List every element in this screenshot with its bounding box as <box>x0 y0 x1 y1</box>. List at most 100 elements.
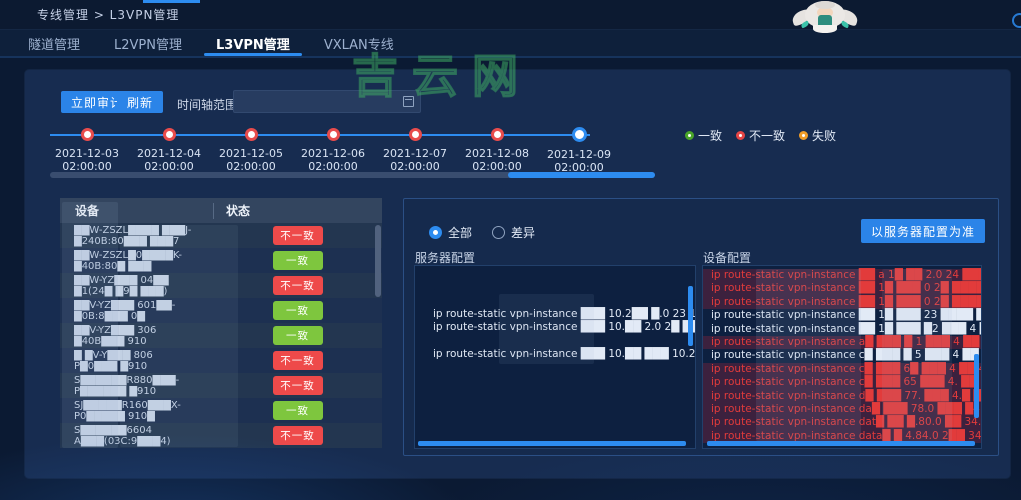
device-name-line1: ██V-YZ███ 601██- <box>74 300 211 311</box>
radio-all[interactable]: 全部 <box>429 224 472 241</box>
status-badge: 一致 <box>273 401 323 420</box>
device-table-scrollbar-thumb[interactable] <box>375 225 381 297</box>
table-row[interactable]: ██W-YZ███ 04██ █1(24█ █9█ ███) 不一致 <box>60 273 382 298</box>
timeline-node-dot[interactable] <box>327 128 340 141</box>
tab[interactable]: VXLAN专线 <box>320 30 398 56</box>
table-row[interactable]: S██████6604 A███(03C:9███4) 不一致 <box>60 423 382 448</box>
server-config-box: ip route-static vpn-instance ███ 10.2██ … <box>414 265 696 449</box>
table-row[interactable]: ██W-ZSZL█0████K- █40B:80█ ███ 一致 <box>60 248 382 273</box>
radio-all-label: 全部 <box>448 224 472 241</box>
device-status-cell: 一致 <box>213 398 382 423</box>
timeline-scrollbar-thumb[interactable] <box>508 172 655 178</box>
tab-bar: 隧道管理 L2VPN管理 L3VPN管理 VXLAN专线 <box>0 30 1021 58</box>
device-name-line1: ██W-ZSZL█0████K- <box>74 250 211 261</box>
config-line: ip route-static vpn-instance c█ ███ 6█ █… <box>703 363 981 376</box>
time-range-input[interactable] <box>233 90 421 113</box>
timeline-node-date: 2021-12-09 <box>538 148 620 161</box>
config-line: ip route-static vpn-instance d█ ███ 77. … <box>703 390 981 403</box>
apply-server-config-button[interactable]: 以服务器配置为准 <box>861 219 985 243</box>
timeline-node[interactable]: 2021-12-06 02:00:00 <box>292 121 374 173</box>
calendar-icon[interactable] <box>403 96 414 107</box>
device-config-box: ip route-static vpn-instance ██ a 1█ ██ … <box>702 265 982 449</box>
tab[interactable]: L3VPN管理 <box>212 30 294 56</box>
device-name-line1: ██V-YZ███ 306 <box>74 325 211 336</box>
legend-item: 不一致 <box>736 127 785 144</box>
device-status-cell: 一致 <box>213 323 382 348</box>
radio-diff-label: 差异 <box>511 224 535 241</box>
mascot-image <box>792 0 858 33</box>
status-badge: 不一致 <box>273 426 323 445</box>
device-status-cell: 不一致 <box>213 223 382 248</box>
device-name-line1: S██████6604 <box>74 425 211 436</box>
timeline-node[interactable]: 2021-12-04 02:00:00 <box>128 121 210 173</box>
status-badge: 不一致 <box>273 276 323 295</box>
device-table-body: ██W-ZSZL████ ███J- █240B:80███ ███7 不一致 … <box>60 223 382 448</box>
config-line: ip route-static vpn-instance ███ 10.2██ … <box>425 308 687 321</box>
legend-dot-icon <box>736 131 745 140</box>
refresh-button[interactable]: 刷新 <box>117 91 163 113</box>
server-hscrollbar-thumb[interactable] <box>418 441 686 446</box>
device-table: 设备 状态 ██W-ZSZL████ ███J- █240B:80███ ███… <box>60 198 382 448</box>
radio-diff[interactable]: 差异 <box>492 224 535 241</box>
timeline-node[interactable]: 2021-12-08 02:00:00 <box>456 121 538 173</box>
timeline-scrollbar[interactable] <box>50 172 655 178</box>
column-header-status: 状态 <box>213 203 382 219</box>
device-hscrollbar-thumb[interactable] <box>707 441 975 446</box>
breadcrumb-bar: 专线管理 > L3VPN管理 <box>0 0 1021 30</box>
device-name-line2: P0█████ 910█ <box>74 411 211 422</box>
device-vscrollbar-thumb[interactable] <box>974 354 979 418</box>
timeline-node[interactable]: 2021-12-07 02:00:00 <box>374 121 456 173</box>
mascot-skirt <box>813 25 837 33</box>
tab-label: VXLAN专线 <box>324 34 394 53</box>
config-compare-panel: 全部 差异 以服务器配置为准 服务器配置 设备配置 ip route-stati… <box>403 198 999 456</box>
server-config-title: 服务器配置 <box>415 249 475 266</box>
radio-unselected-icon[interactable] <box>492 226 505 239</box>
timeline-node[interactable]: 2021-12-03 02:00:00 <box>46 121 128 173</box>
server-config-lines: ip route-static vpn-instance ███ 10.2██ … <box>415 266 695 362</box>
table-row[interactable]: SJ█████R160███X- P0█████ 910█ 一致 <box>60 398 382 423</box>
table-row[interactable]: ██V-YZ███ 601██- █0B:8███ 0█ 一致 <box>60 298 382 323</box>
timeline-node-dot[interactable] <box>81 128 94 141</box>
device-table-header: 设备 状态 <box>60 198 382 223</box>
legend-dot-icon <box>685 131 694 140</box>
timeline-node[interactable]: 2021-12-05 02:00:00 <box>210 121 292 173</box>
device-config-title: 设备配置 <box>703 249 751 266</box>
tab[interactable]: L2VPN管理 <box>110 30 186 56</box>
table-row[interactable]: ██V-YZ███ 306 █40B███ 910 一致 <box>60 323 382 348</box>
device-name-line2: █1(24█ █9█ ███) <box>74 286 211 297</box>
timeline-node-dot[interactable] <box>491 128 504 141</box>
server-vscrollbar-thumb[interactable] <box>688 286 693 346</box>
corner-circle-icon[interactable] <box>1012 13 1021 28</box>
device-name-line2: █0B:8███ 0█ <box>74 311 211 322</box>
config-line: ip route-static vpn-instance da█ ███ 78.… <box>703 403 981 416</box>
config-line: ip route-static vpn-instance ██ 1█ ███ █… <box>703 323 981 336</box>
timeline-node-dot[interactable] <box>163 128 176 141</box>
device-name-cell: S██████6604 A███(03C:9███4) <box>60 423 213 448</box>
device-name-line2: P█0███ █910 <box>74 361 211 372</box>
timeline-node-dot[interactable] <box>572 127 587 142</box>
status-badge: 一致 <box>273 251 323 270</box>
table-row[interactable]: S██████R880███- P██████ █910 不一致 <box>60 373 382 398</box>
table-row[interactable]: █ █V-Y███ 806 P█0███ █910 不一致 <box>60 348 382 373</box>
legend-item: 失败 <box>799 127 836 144</box>
device-status-cell: 不一致 <box>213 373 382 398</box>
table-row[interactable]: ██W-ZSZL████ ███J- █240B:80███ ███7 不一致 <box>60 223 382 248</box>
timeline-node-date: 2021-12-07 <box>374 147 456 160</box>
timeline-node-dot[interactable] <box>245 128 258 141</box>
time-range-label: 时间轴范围: <box>177 96 241 113</box>
filter-radios: 全部 差异 <box>429 224 535 241</box>
tab[interactable]: 隧道管理 <box>24 30 84 56</box>
device-name-line1: S██████R880███- <box>74 375 211 386</box>
device-name-line2: A███(03C:9███4) <box>74 436 211 447</box>
radio-selected-icon[interactable] <box>429 226 442 239</box>
config-line: ip route-static vpn-instance a█ ███ █ 1 … <box>703 336 981 349</box>
device-name-line1: █ █V-Y███ 806 <box>74 350 211 361</box>
device-config-lines: ip route-static vpn-instance ██ a 1█ ██ … <box>703 266 981 443</box>
timeline-node[interactable]: 2021-12-09 02:00:00 <box>538 121 620 174</box>
device-status-cell: 一致 <box>213 298 382 323</box>
device-name-cell: S██████R880███- P██████ █910 <box>60 373 213 398</box>
config-line: ip route-static vpn-instance ██ a 1█ ██ … <box>703 269 981 282</box>
device-name-cell: ██V-YZ███ 601██- █0B:8███ 0█ <box>60 298 213 323</box>
timeline-node-dot[interactable] <box>409 128 422 141</box>
status-badge: 一致 <box>273 301 323 320</box>
